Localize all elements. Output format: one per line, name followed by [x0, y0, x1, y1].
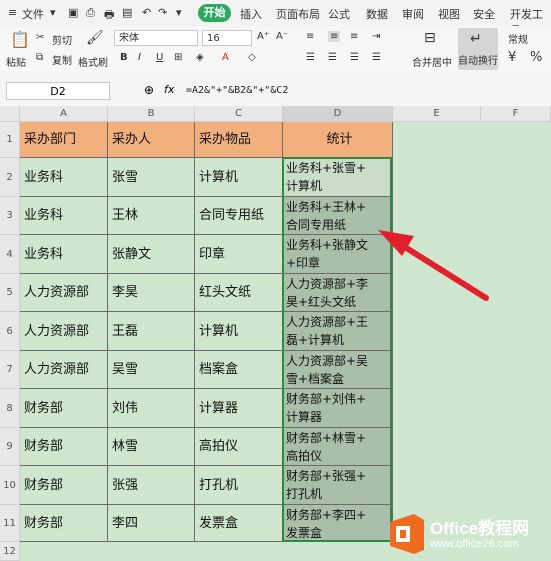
watermark-url: www.office26.com: [430, 538, 519, 550]
office-logo-icon: [390, 514, 424, 554]
pointer-arrow: [378, 230, 489, 301]
watermark: Office教程网 www.office26.com: [382, 508, 551, 558]
watermark-brand: Office教程网: [430, 519, 530, 538]
